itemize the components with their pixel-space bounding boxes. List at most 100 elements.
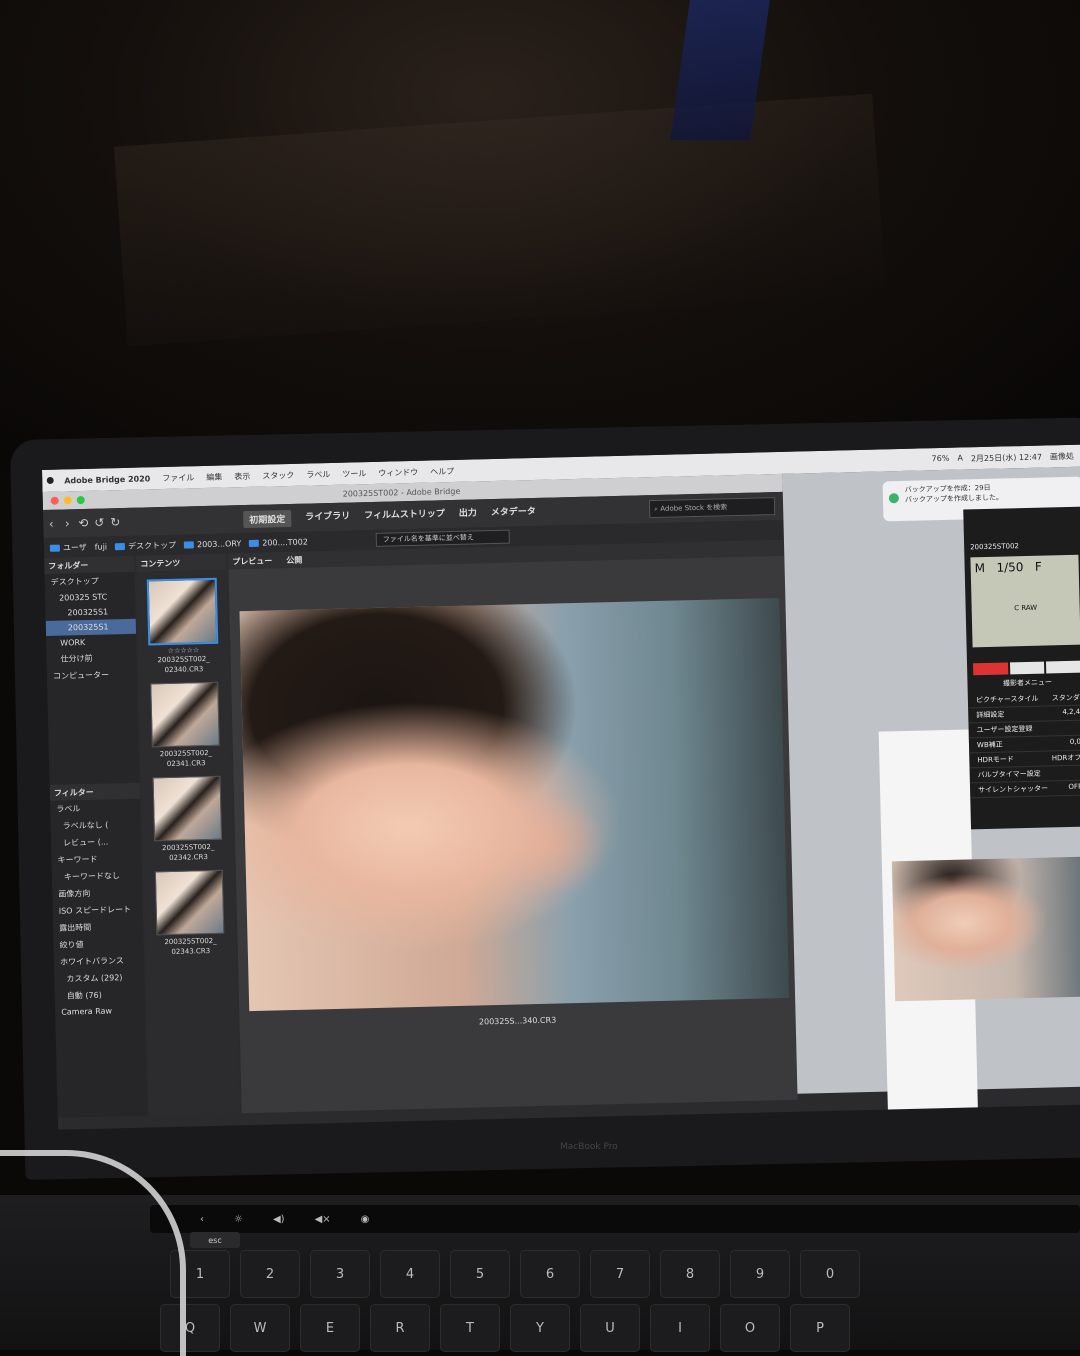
key[interactable]: 9 — [730, 1250, 790, 1298]
second-photo — [891, 856, 1080, 1002]
key[interactable]: 8 — [660, 1250, 720, 1298]
tab-preview[interactable]: プレビュー — [232, 555, 272, 567]
camera-format: C RAW — [1014, 603, 1038, 613]
key[interactable]: 3 — [310, 1250, 370, 1298]
key[interactable]: 4 — [380, 1250, 440, 1298]
status-area: 76% A 2月25日(水) 12:47 画像処 — [931, 450, 1080, 465]
key[interactable]: W — [230, 1304, 290, 1352]
qwerty-row: Q W E R T Y U I O P — [160, 1304, 850, 1352]
filter-wb-custom[interactable]: カスタム (292) — [54, 969, 144, 988]
key[interactable]: T — [440, 1304, 500, 1352]
crumb-story[interactable]: 2003...ORY — [183, 539, 241, 549]
filter-exposure[interactable]: 露出時間 — [53, 918, 143, 937]
crumb-current[interactable]: 200....T002 — [249, 537, 308, 547]
menu-file[interactable]: ファイル — [162, 472, 194, 484]
history-icon[interactable]: ⟲ — [75, 516, 91, 530]
siri-icon[interactable]: ◉ — [361, 1214, 370, 1225]
crumb-users[interactable]: ユーザ — [49, 541, 87, 553]
key[interactable]: 6 — [520, 1250, 580, 1298]
input-source[interactable]: A — [957, 453, 963, 464]
key[interactable]: 0 — [800, 1250, 860, 1298]
workspace-output[interactable]: 出力 — [459, 505, 477, 522]
touch-bar: ‹ ☼ ◀) ◀× ◉ — [150, 1205, 1080, 1233]
search-placeholder: Adobe Stock を検索 — [660, 503, 728, 513]
forward-icon[interactable]: › — [59, 516, 75, 530]
app-menu[interactable]: Adobe Bridge 2020 — [64, 474, 150, 485]
workspace-metadata[interactable]: メタデータ — [491, 503, 536, 521]
chevron-left-icon[interactable]: ‹ — [200, 1214, 204, 1225]
zoom-icon[interactable] — [76, 495, 85, 505]
preview-caption: 200325S...340.CR3 — [478, 1015, 557, 1027]
camera-tab-3[interactable] — [1046, 660, 1080, 674]
desktop-area: バックアップを作成：29日 バックアップを作成しました。 200325ST002… — [782, 466, 1080, 1112]
stock-search-input[interactable]: ⌕ Adobe Stock を検索 — [648, 497, 776, 519]
menu-window[interactable]: ウィンドウ — [378, 466, 418, 478]
thumbnail[interactable] — [154, 869, 225, 936]
thumbnail[interactable] — [146, 577, 219, 646]
key[interactable]: 5 — [450, 1250, 510, 1298]
rotate-left-icon[interactable]: ↺ — [91, 515, 107, 529]
brightness-icon[interactable]: ☼ — [234, 1214, 243, 1225]
key[interactable]: O — [720, 1304, 780, 1352]
battery-percent[interactable]: 76% — [931, 453, 949, 464]
mute-icon[interactable]: ◀× — [315, 1214, 331, 1225]
clock[interactable]: 2月25日(水) 12:47 — [971, 451, 1042, 464]
key[interactable]: E — [300, 1304, 360, 1352]
camera-icon[interactable] — [973, 662, 1008, 676]
status-extra[interactable]: 画像処 — [1050, 450, 1074, 462]
backup-icon — [888, 493, 900, 504]
key[interactable]: 2 — [240, 1250, 300, 1298]
key[interactable]: 7 — [590, 1250, 650, 1298]
laptop-screen: ● Adobe Bridge 2020 ファイル 編集 表示 スタック ラベル … — [42, 444, 1080, 1130]
esc-key[interactable]: esc — [190, 1232, 240, 1248]
thumbnail[interactable] — [152, 775, 223, 842]
apple-icon[interactable]: ● — [42, 476, 58, 486]
camera-setting-row[interactable]: サイレントシャッター OFF — [969, 780, 1080, 799]
crumb-desktop[interactable]: デスクトップ — [114, 539, 176, 551]
folder-panel: フォルダー デスクトップ 200325 STC 200325S1 200325S… — [44, 555, 148, 1118]
tree-item-computer[interactable]: コンピューター — [47, 666, 137, 685]
close-icon[interactable] — [50, 496, 59, 505]
sort-dropdown[interactable]: ファイル名を基準に並べ替え — [375, 529, 510, 547]
key[interactable]: Y — [510, 1304, 570, 1352]
minimize-icon[interactable] — [63, 496, 72, 505]
menu-stack[interactable]: スタック — [262, 469, 294, 481]
key[interactable]: U — [580, 1304, 640, 1352]
menu-edit[interactable]: 編集 — [206, 471, 222, 482]
preview-panel: プレビュー 公開 200325S...340.CR3 — [228, 539, 798, 1114]
thumbnail-name: 02343.CR3 — [171, 947, 211, 956]
key[interactable]: P — [790, 1304, 850, 1352]
workspace-library[interactable]: ライブラリ — [305, 508, 350, 526]
tab-content[interactable]: コンテンツ — [136, 553, 227, 572]
workspace-essentials[interactable]: 初期設定 — [243, 509, 292, 528]
rotate-right-icon[interactable]: ↻ — [107, 515, 123, 529]
key[interactable]: I — [650, 1304, 710, 1352]
menu-view[interactable]: 表示 — [234, 470, 250, 481]
number-row: 1 2 3 4 5 6 7 8 9 0 — [170, 1250, 860, 1298]
folder-icon — [49, 544, 60, 552]
thumbnail-name: 02340.CR3 — [164, 665, 204, 675]
preview-image[interactable] — [239, 598, 790, 1012]
filter-camera-raw[interactable]: Camera Raw — [55, 1003, 145, 1020]
folder-icon — [114, 542, 126, 550]
content-panel: コンテンツ ☆☆☆☆☆ 200325ST002_ 02340.CR3 20032… — [136, 553, 240, 1116]
window-title: 200325ST002 - Adobe Bridge — [342, 486, 461, 499]
thumbnail[interactable] — [150, 681, 220, 748]
menu-tools[interactable]: ツール — [342, 468, 366, 480]
menu-help[interactable]: ヘルプ — [430, 465, 454, 477]
thumbnail-name: 02342.CR3 — [169, 853, 208, 863]
camera-tab-2[interactable] — [1009, 661, 1045, 675]
workspace-filmstrip[interactable]: フィルムストリップ — [364, 506, 445, 525]
workspace-switcher: 初期設定 ライブラリ フィルムストリップ 出力 メタデータ — [243, 503, 536, 528]
tree-item-unsorted[interactable]: 仕分け前 — [46, 649, 136, 668]
key[interactable]: R — [370, 1304, 430, 1352]
crumb-home[interactable]: fuji — [95, 542, 108, 551]
camera-mode: M — [974, 560, 986, 576]
volume-icon[interactable]: ◀) — [273, 1214, 285, 1225]
back-icon[interactable]: ‹ — [43, 517, 59, 531]
camera-shutter: 1/50 — [996, 560, 1024, 575]
camera-utility-window: 200325ST002 M 1/50 F C RAW 撮影者メニュー ピクチャー… — [963, 506, 1080, 830]
menu-label[interactable]: ラベル — [306, 468, 330, 480]
laptop-brand: MacBook Pro — [560, 1142, 618, 1152]
tab-publish[interactable]: 公開 — [286, 554, 302, 565]
